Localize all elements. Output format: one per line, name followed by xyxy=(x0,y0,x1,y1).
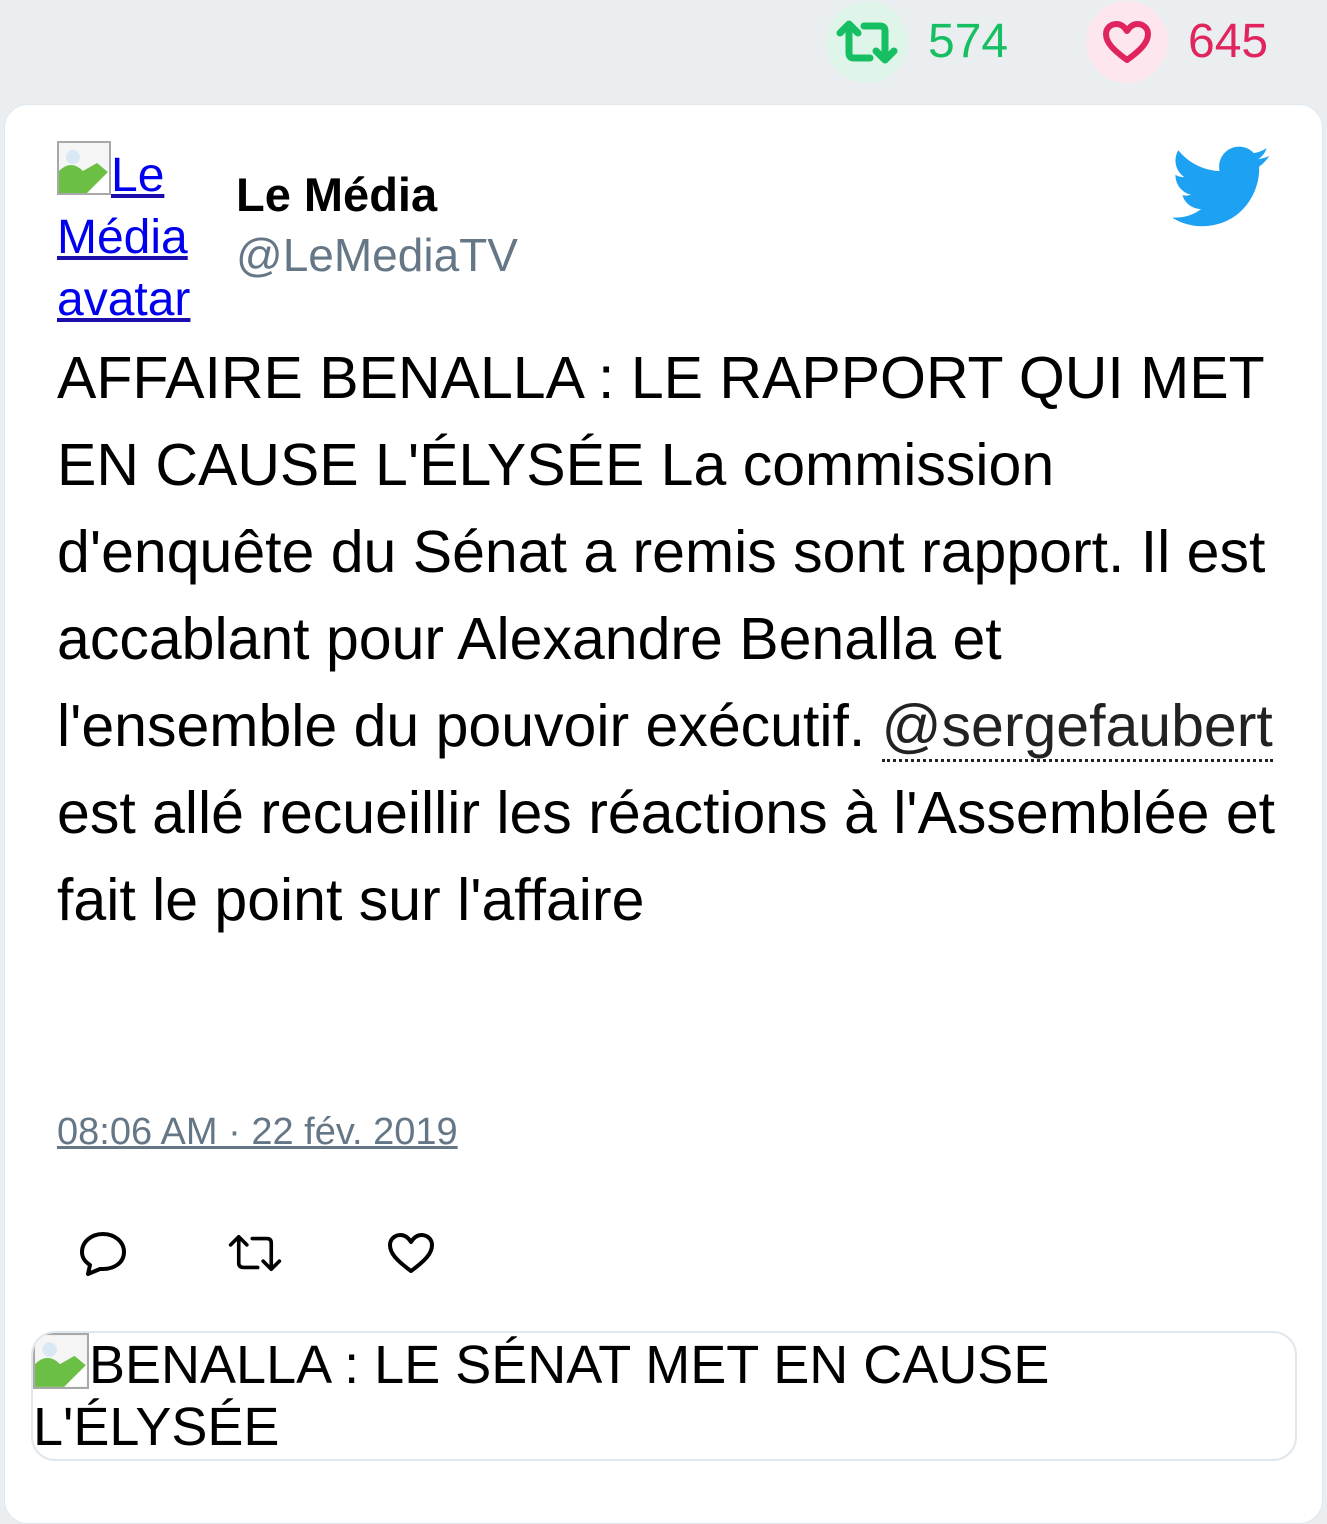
tweet-text-tail: est allé recueillir les réactions à l'As… xyxy=(57,780,1276,933)
author-name[interactable]: Le Média xyxy=(236,167,437,223)
twitter-bird-icon[interactable] xyxy=(1171,145,1271,229)
mention-link[interactable]: @sergefaubert xyxy=(881,693,1273,762)
like-stat[interactable]: 645 xyxy=(1086,0,1268,84)
link-preview-alt-text: BENALLA : LE SÉNAT MET EN CAUSE L'ÉLYSÉE xyxy=(33,1335,1050,1457)
tweet-card: Le Média avatar Le Média @LeMediaTV AFFA… xyxy=(4,104,1323,1524)
broken-image-icon xyxy=(57,141,111,195)
like-count: 645 xyxy=(1188,15,1269,68)
link-preview-card[interactable]: BENALLA : LE SÉNAT MET EN CAUSE L'ÉLYSÉE xyxy=(31,1331,1297,1461)
engagement-stats: 574 645 xyxy=(0,0,1327,100)
retweet-count: 574 xyxy=(928,15,1009,68)
reply-icon[interactable] xyxy=(75,1225,131,1281)
retweet-stat[interactable]: 574 xyxy=(826,0,1008,84)
avatar[interactable]: Le Média avatar xyxy=(57,141,217,331)
heart-icon[interactable] xyxy=(383,1225,439,1281)
tweet-timestamp[interactable]: 08:06 AM · 22 fév. 2019 xyxy=(57,1109,458,1155)
retweet-icon[interactable] xyxy=(227,1225,283,1281)
broken-image-icon xyxy=(33,1333,89,1389)
heart-icon[interactable] xyxy=(1086,1,1168,83)
retweet-icon[interactable] xyxy=(826,1,908,83)
author-handle[interactable]: @LeMediaTV xyxy=(236,227,518,283)
tweet-text: AFFAIRE BENALLA : LE RAPPORT QUI MET EN … xyxy=(57,335,1287,944)
